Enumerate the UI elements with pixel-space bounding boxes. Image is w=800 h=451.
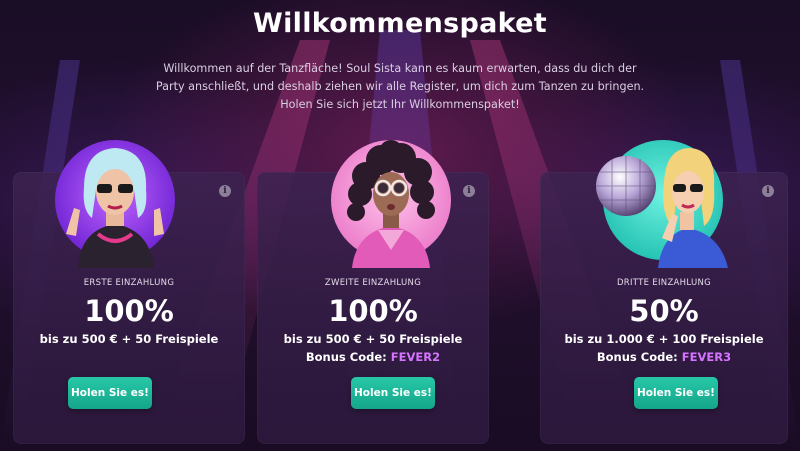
bonus-card-third-deposit: i DRITTE EINZAHLUNG 50% bis zu 1.000 € +… <box>540 140 788 444</box>
claim-button[interactable]: Holen Sie es! <box>634 377 718 409</box>
bonus-code-line: Bonus Code: FEVER3 <box>540 350 788 364</box>
claim-button[interactable]: Holen Sie es! <box>351 377 435 409</box>
bonus-percent: 50% <box>629 294 699 328</box>
offer-text: bis zu 500 € + 50 Freispiele <box>283 332 463 346</box>
bonus-percent: 100% <box>328 294 418 328</box>
page-title: Willkommenspaket <box>253 8 547 39</box>
bonus-code-label: Bonus Code: <box>305 350 391 364</box>
offer-text: bis zu 500 € + 50 Freispiele <box>39 332 219 346</box>
deposit-label: DRITTE EINZAHLUNG <box>616 278 712 288</box>
bonus-card-first-deposit: i ERSTE EINZAHLUNG 100% bis zu 500 € + 5… <box>13 140 245 444</box>
bonus-code-label: Bonus Code: <box>596 350 682 364</box>
bonus-percent: 100% <box>84 294 174 328</box>
info-icon[interactable]: i <box>463 185 475 197</box>
bonus-card-second-deposit: i ZWEITE EINZAHLUNG 100% bis zu 500 € + … <box>257 140 489 444</box>
bonus-code: FEVER3 <box>681 350 732 364</box>
info-icon[interactable]: i <box>219 185 231 197</box>
claim-button[interactable]: Holen Sie es! <box>68 377 152 409</box>
bonus-code-line: Bonus Code: FEVER2 <box>257 350 489 364</box>
intro-text: Willkommen auf der Tanzfläche! Soul Sist… <box>155 62 645 111</box>
dancer-portrait-image <box>331 140 451 268</box>
deposit-label: ZWEITE EINZAHLUNG <box>324 278 422 288</box>
deposit-label: ERSTE EINZAHLUNG <box>83 278 175 288</box>
dancer-portrait-image <box>596 140 728 268</box>
bonus-code: FEVER2 <box>390 350 441 364</box>
offer-text: bis zu 1.000 € + 100 Freispiele <box>564 332 764 346</box>
dancer-portrait-image <box>55 140 175 268</box>
info-icon[interactable]: i <box>762 185 774 197</box>
